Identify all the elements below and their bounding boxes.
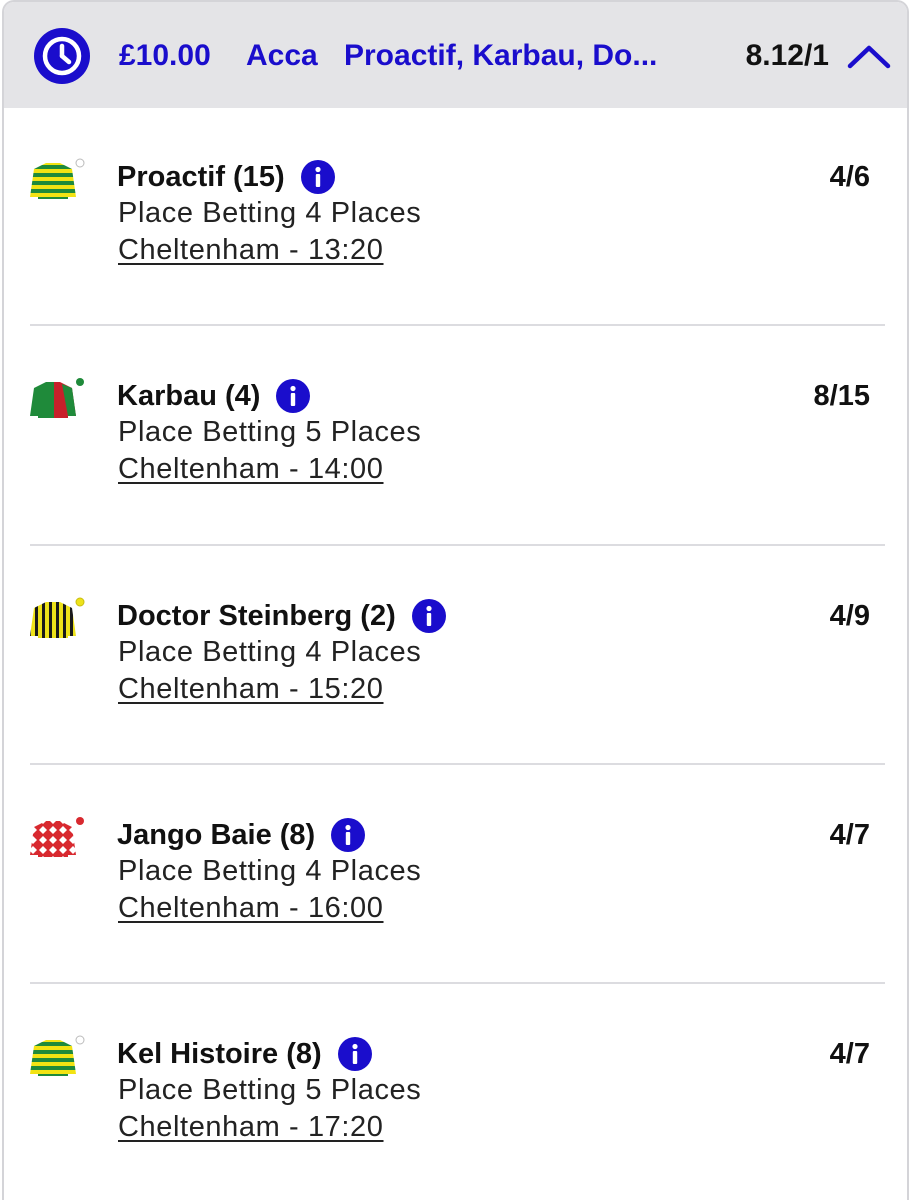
leg-price: 4/7 bbox=[829, 1038, 870, 1070]
leg-price: 4/9 bbox=[829, 600, 870, 632]
chevron-up-icon[interactable] bbox=[845, 38, 893, 74]
green-red-halved-silk-icon bbox=[28, 376, 88, 426]
info-icon[interactable] bbox=[300, 160, 335, 194]
leg-price: 4/7 bbox=[829, 819, 870, 851]
yellow-black-striped-silk-icon bbox=[28, 596, 88, 646]
runner-name: Doctor Steinberg (2) bbox=[117, 599, 396, 632]
bet-leg: Kel Histoire (8) Place Betting 5 Places … bbox=[4, 1034, 907, 1200]
bet-leg: Proactif (15) Place Betting 4 Places Che… bbox=[4, 157, 907, 376]
runner-name: Jango Baie (8) bbox=[117, 818, 316, 851]
runner-name: Karbau (4) bbox=[117, 379, 261, 412]
red-white-diamond-silk-icon bbox=[28, 815, 88, 865]
leg-price: 4/6 bbox=[829, 161, 870, 193]
divider bbox=[30, 544, 885, 546]
stake-amount: £10.00 bbox=[119, 39, 211, 72]
market-name: Place Betting 4 Places bbox=[118, 197, 422, 229]
bet-type: Acca bbox=[246, 39, 318, 72]
bet-leg: Karbau (4) Place Betting 5 Places Chelte… bbox=[4, 376, 907, 595]
event-link[interactable]: Cheltenham - 13:20 bbox=[118, 234, 384, 267]
market-name: Place Betting 5 Places bbox=[118, 416, 422, 448]
runner-name: Kel Histoire (8) bbox=[117, 1037, 322, 1070]
info-icon[interactable] bbox=[276, 379, 311, 413]
total-odds: 8.12/1 bbox=[745, 39, 829, 72]
event-link[interactable]: Cheltenham - 15:20 bbox=[118, 673, 384, 706]
info-icon[interactable] bbox=[411, 599, 446, 633]
bet-leg: Jango Baie (8) Place Betting 4 Places Ch… bbox=[4, 815, 907, 1034]
market-name: Place Betting 4 Places bbox=[118, 855, 422, 887]
bet-card: £10.00 Acca Proactif, Karbau, Do... 8.12… bbox=[2, 0, 909, 1200]
green-yellow-hooped-silk-icon bbox=[28, 157, 88, 207]
market-name: Place Betting 4 Places bbox=[118, 636, 422, 668]
event-link[interactable]: Cheltenham - 16:00 bbox=[118, 892, 384, 925]
info-icon[interactable] bbox=[331, 818, 366, 852]
info-icon[interactable] bbox=[337, 1037, 372, 1071]
leg-price: 8/15 bbox=[813, 380, 870, 412]
event-link[interactable]: Cheltenham - 17:20 bbox=[118, 1111, 384, 1144]
divider bbox=[30, 982, 885, 984]
green-yellow-hooped-silk-icon bbox=[28, 1034, 88, 1084]
selections-summary: Proactif, Karbau, Do... bbox=[344, 39, 658, 72]
divider bbox=[30, 763, 885, 765]
bet-header[interactable]: £10.00 Acca Proactif, Karbau, Do... 8.12… bbox=[4, 2, 907, 108]
event-link[interactable]: Cheltenham - 14:00 bbox=[118, 453, 384, 486]
bet-leg: Doctor Steinberg (2) Place Betting 4 Pla… bbox=[4, 596, 907, 815]
clock-icon bbox=[34, 28, 90, 84]
runner-name: Proactif (15) bbox=[117, 160, 285, 193]
divider bbox=[30, 324, 885, 326]
market-name: Place Betting 5 Places bbox=[118, 1074, 422, 1106]
